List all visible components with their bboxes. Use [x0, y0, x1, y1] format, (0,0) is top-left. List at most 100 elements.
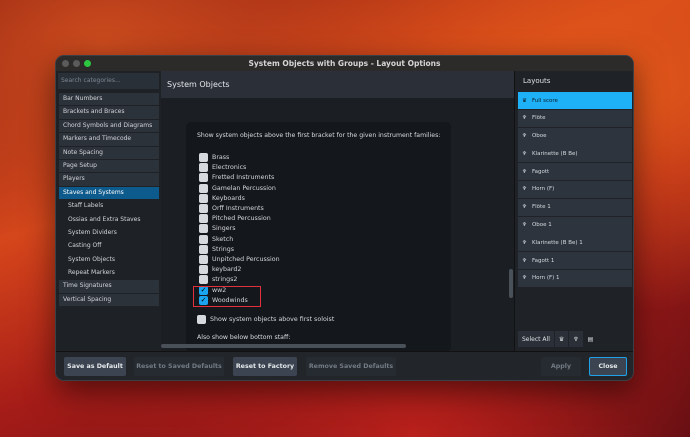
checkbox-box[interactable]: [199, 183, 208, 193]
dialog-footer: Save as Default Reset to Saved Defaults …: [56, 351, 633, 380]
part-icon: ♆: [522, 239, 527, 246]
checkbox-box[interactable]: [199, 153, 208, 162]
options-card: Show system objects above the first brac…: [186, 122, 451, 352]
sidebar-item[interactable]: System Objects: [59, 254, 159, 266]
checkbox-box[interactable]: [199, 173, 208, 183]
also-show-label: Also show below bottom staff:: [197, 334, 291, 341]
family-checkbox[interactable]: Strings: [199, 244, 235, 254]
layout-item[interactable]: ♆ Fagott: [518, 163, 632, 181]
select-all-button[interactable]: Select All: [518, 331, 554, 347]
part-icon: ♆: [522, 204, 527, 211]
checkbox-label: Electronics: [212, 164, 247, 172]
title-bar: System Objects with Groups - Layout Opti…: [56, 56, 633, 71]
families-description: Show system objects above the first brac…: [197, 132, 441, 139]
checkbox-label: Keyboards: [212, 194, 245, 202]
part-icon: ♆: [522, 150, 527, 157]
layout-label: Horn (F) 1: [531, 275, 560, 282]
family-checkbox[interactable]: Sketch: [199, 234, 233, 244]
family-checkbox[interactable]: Fretted Instruments: [199, 173, 275, 183]
checkbox-box[interactable]: [199, 163, 208, 173]
checkbox-box[interactable]: [199, 255, 208, 264]
checkbox-label: Strings: [212, 245, 235, 253]
vertical-scrollbar[interactable]: [509, 269, 513, 298]
checkbox-label: Fretted Instruments: [212, 174, 275, 182]
layout-item[interactable]: ♆ Flöte 1: [518, 198, 632, 216]
checkbox-box[interactable]: [199, 275, 208, 285]
sidebar-item[interactable]: Casting Off: [59, 240, 159, 252]
sidebar-item[interactable]: Note Spacing: [59, 146, 159, 159]
reset-to-factory-button[interactable]: Reset to Factory: [233, 357, 297, 376]
checkbox-box[interactable]: [199, 244, 208, 254]
sidebar-item[interactable]: Staves and Systems: [59, 186, 159, 200]
search-categories-input[interactable]: Search categories...: [58, 73, 159, 89]
layout-label: Flöte 1: [531, 204, 551, 211]
checkbox-box[interactable]: [199, 234, 208, 244]
checkbox-box[interactable]: [199, 224, 208, 234]
checkbox-box[interactable]: [197, 315, 206, 324]
layout-label: Flöte: [531, 115, 546, 122]
sidebar-item[interactable]: Staff Labels: [59, 200, 159, 212]
soloist-checkbox[interactable]: Show system objects above first soloist: [197, 315, 334, 324]
checkbox-label: Pitched Percussion: [212, 215, 271, 223]
sidebar-item[interactable]: Page Setup: [59, 159, 159, 173]
layout-label: Oboe: [531, 133, 547, 140]
window-title: System Objects with Groups - Layout Opti…: [248, 59, 441, 68]
checkbox-label: Brass: [212, 154, 230, 161]
horizontal-scrollbar[interactable]: [161, 344, 406, 348]
family-checkbox[interactable]: Unpitched Percussion: [199, 255, 280, 264]
family-checkbox[interactable]: Gamelan Percussion: [199, 183, 276, 193]
save-as-default-button[interactable]: Save as Default: [64, 357, 126, 376]
family-checkbox[interactable]: keybard2: [199, 265, 242, 275]
layout-item[interactable]: ♆ Horn (F) 1: [518, 269, 632, 287]
layout-item[interactable]: ♆ Fagott 1: [518, 252, 632, 270]
close-window-button[interactable]: [62, 60, 69, 67]
family-checkbox[interactable]: strings2: [199, 275, 237, 285]
sidebar-item[interactable]: Markers and Timecode: [59, 133, 159, 146]
apply-button[interactable]: Apply: [541, 357, 581, 376]
remove-saved-defaults-button[interactable]: Remove Saved Defaults: [306, 357, 396, 376]
sidebar-item[interactable]: System Dividers: [59, 227, 159, 239]
sidebar-item[interactable]: Repeat Markers: [59, 267, 159, 279]
family-checkbox[interactable]: Electronics: [199, 163, 247, 173]
part-icon: ♆: [522, 168, 527, 175]
layout-item[interactable]: ♆ Oboe: [518, 127, 632, 145]
reset-saved-defaults-button[interactable]: Reset to Saved Defaults: [134, 357, 224, 376]
sidebar-item[interactable]: Brackets and Braces: [59, 106, 159, 119]
checkbox-box[interactable]: [199, 193, 208, 203]
layout-label: Full score: [531, 97, 558, 104]
checkbox-label: Orff Instruments: [212, 205, 264, 212]
sidebar-item[interactable]: Ossias and Extra Staves: [59, 214, 159, 226]
category-sidebar: Search categories... Bar Numbers Brackets…: [56, 71, 161, 351]
checkbox-label: keybard2: [212, 266, 242, 274]
family-checkbox[interactable]: Orff Instruments: [199, 204, 264, 213]
checkbox-label: Show system objects above first soloist: [210, 316, 335, 323]
sidebar-item[interactable]: Players: [59, 173, 159, 186]
family-checkbox[interactable]: Pitched Percussion: [199, 214, 271, 224]
layout-item[interactable]: ♆ Oboe 1: [518, 216, 632, 234]
sidebar-item[interactable]: Time Signatures: [59, 280, 159, 293]
checkbox-box[interactable]: [199, 214, 208, 224]
part-icon: ♆: [522, 115, 527, 122]
layouts-panel: Layouts ♛ Full score ♆ Flöte ♆ Oboe ♆ Klarinett…: [514, 71, 633, 351]
layout-item[interactable]: ♛ Full score: [518, 92, 632, 109]
select-full-scores-icon[interactable]: ♛: [554, 331, 569, 347]
layout-label: Fagott: [531, 168, 550, 175]
close-button[interactable]: Close: [589, 357, 627, 376]
family-checkbox[interactable]: Brass: [199, 153, 229, 162]
sidebar-item[interactable]: Vertical Spacing: [59, 293, 159, 307]
minimize-window-button[interactable]: [73, 60, 80, 67]
layout-item[interactable]: ♆ Flöte: [518, 109, 632, 127]
layout-item[interactable]: ♆ Klarinette (B Be): [518, 145, 632, 163]
layout-item[interactable]: ♆ Horn (F): [518, 180, 632, 198]
select-parts-icon[interactable]: ♆: [569, 331, 583, 347]
layout-options-dialog: System Objects with Groups - Layout Opti…: [55, 55, 634, 381]
family-checkbox[interactable]: Keyboards: [199, 193, 245, 203]
sidebar-item[interactable]: Chord Symbols and Diagrams: [59, 119, 159, 133]
layout-item[interactable]: ♆ Klarinette (B Be) 1: [518, 234, 632, 252]
sidebar-item[interactable]: Bar Numbers: [59, 93, 159, 106]
checkbox-box[interactable]: [199, 204, 208, 213]
family-checkbox[interactable]: Singers: [199, 224, 235, 234]
select-custom-icon[interactable]: ▤: [584, 331, 598, 347]
checkbox-box[interactable]: [199, 265, 208, 275]
zoom-window-button[interactable]: [84, 60, 91, 67]
